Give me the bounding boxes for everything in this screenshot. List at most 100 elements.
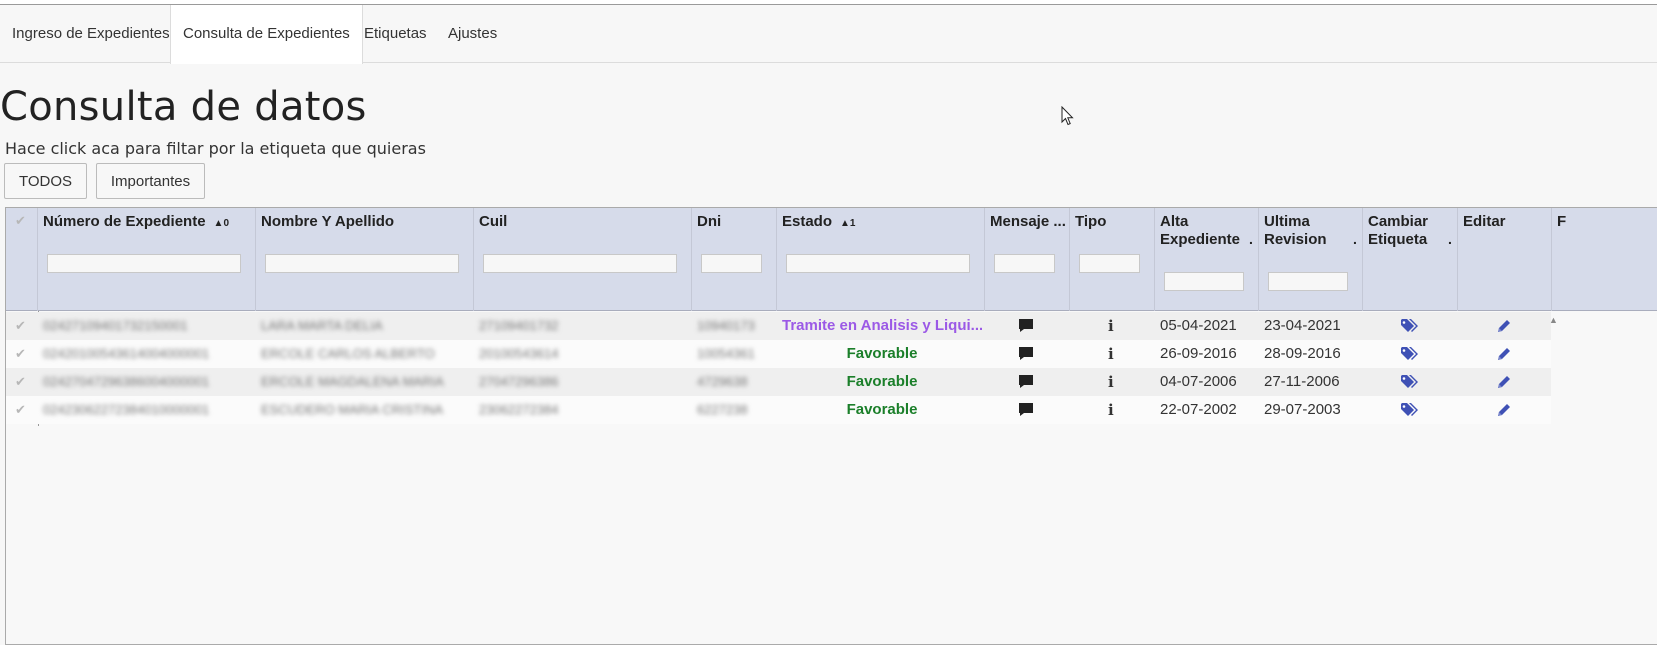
filter-hint-text: Hace click aca para filtar por la etique…	[5, 139, 426, 158]
cell-dni: 6227238	[697, 402, 748, 417]
cell-dni: 10054361	[697, 346, 755, 361]
filter-input-numero[interactable]	[47, 254, 241, 273]
pencil-icon[interactable]	[1496, 396, 1516, 424]
info-icon[interactable]: i	[1108, 368, 1120, 396]
header-numero-expediente[interactable]: Número de Expediente ▲0	[38, 208, 256, 311]
cell-ultima: 27-11-2006	[1264, 373, 1340, 390]
message-bubble-icon[interactable]	[1018, 340, 1038, 368]
tab-consulta-expedientes[interactable]: Consulta de Expedientes	[170, 5, 363, 64]
check-icon[interactable]: ✔	[15, 368, 26, 396]
message-bubble-icon[interactable]	[1018, 396, 1038, 424]
header-mensaje[interactable]: Mensaje ...	[985, 208, 1070, 311]
header-label-line1: Ultima	[1264, 213, 1310, 230]
header-alta-expediente[interactable]: Alta Expediente .	[1155, 208, 1259, 311]
header-tipo[interactable]: Tipo	[1070, 208, 1155, 311]
header-label: Tipo	[1075, 213, 1107, 230]
page-title: Consulta de datos	[0, 84, 367, 130]
cell-nombre: ERCOLE CARLOS ALBERTO	[261, 346, 435, 361]
check-icon[interactable]: ✔	[15, 340, 26, 368]
filter-input-nombre[interactable]	[265, 254, 459, 273]
cell-alta: 26-09-2016	[1160, 345, 1237, 362]
tags-icon[interactable]	[1401, 396, 1421, 424]
filter-input-cuil[interactable]	[483, 254, 677, 273]
cell-estado: Favorable	[846, 345, 918, 362]
table-row[interactable]: ✔ 02423062272384010000001 ESCUDERO MARIA…	[6, 396, 1551, 424]
header-cuil[interactable]: Cuil	[474, 208, 692, 311]
header-label-line2: Etiqueta	[1368, 231, 1428, 248]
cell-ultima: 29-07-2003	[1264, 401, 1341, 418]
header-label: Dni	[697, 213, 722, 230]
cell-numero: 02420100543614004000001	[43, 346, 210, 361]
cell-alta: 05-04-2021	[1160, 317, 1237, 334]
header-label: F	[1557, 213, 1567, 230]
tags-icon[interactable]	[1401, 340, 1421, 368]
header-label-line2: Revision	[1264, 231, 1327, 248]
filter-input-alta[interactable]	[1164, 272, 1244, 291]
cell-cuil: 27109401732	[479, 318, 559, 333]
cell-ultima: 28-09-2016	[1264, 345, 1341, 362]
cell-dni: 10940173	[697, 318, 755, 333]
cell-nombre: LARA MARTA DELIA	[261, 318, 383, 333]
cell-alta: 22-07-2002	[1160, 401, 1237, 418]
main-tabs: Ingreso de Expedientes Consulta de Exped…	[0, 5, 1657, 64]
tab-ajustes[interactable]: Ajustes	[436, 5, 509, 63]
pencil-icon[interactable]	[1496, 368, 1516, 396]
cell-estado: Tramite en Analisis y Liqui...	[782, 317, 982, 334]
header-label: Nombre Y Apellido	[261, 213, 395, 230]
column-menu-dot[interactable]: .	[1448, 231, 1452, 247]
message-bubble-icon[interactable]	[1018, 368, 1038, 396]
filter-todos-button[interactable]: TODOS	[4, 163, 87, 199]
cell-nombre: ESCUDERO MARIA CRISTINA	[261, 402, 444, 417]
tab-etiquetas[interactable]: Etiquetas	[352, 5, 439, 63]
header-label: Estado	[782, 213, 833, 230]
table-row[interactable]: ✔ 02420100543614004000001 ERCOLE CARLOS …	[6, 340, 1551, 368]
sort-asc-icon[interactable]: ▲	[214, 218, 224, 229]
header-cambiar-etiqueta[interactable]: Cambiar Etiqueta .	[1363, 208, 1458, 311]
cell-cuil: 23062272384	[479, 402, 559, 417]
sort-priority: 0	[223, 218, 230, 229]
header-label: Editar	[1463, 213, 1506, 230]
info-icon[interactable]: i	[1108, 340, 1120, 368]
column-menu-dot[interactable]: .	[1353, 231, 1357, 247]
header-editar[interactable]: Editar	[1458, 208, 1552, 311]
header-select-all[interactable]: ✔	[6, 208, 38, 311]
filter-importantes-button[interactable]: Importantes	[96, 163, 205, 199]
header-nombre-apellido[interactable]: Nombre Y Apellido	[256, 208, 474, 311]
filter-input-ultima[interactable]	[1268, 272, 1348, 291]
table-row[interactable]: ✔ 02427047296386004000001 ERCOLE MAGDALE…	[6, 368, 1551, 396]
scroll-up-arrow-icon[interactable]: ▲	[1549, 315, 1558, 325]
column-menu-dot[interactable]: .	[1249, 231, 1253, 247]
filter-input-mensaje[interactable]	[994, 254, 1055, 273]
cell-numero: 02423062272384010000001	[43, 402, 210, 417]
expedientes-grid: ✔ Número de Expediente ▲0 Nombre Y Apelli…	[5, 207, 1657, 645]
cell-numero: 02427109401732150001	[43, 318, 188, 333]
header-estado[interactable]: Estado ▲1	[777, 208, 985, 311]
info-icon[interactable]: i	[1108, 396, 1120, 424]
cell-cuil: 27047296386	[479, 374, 559, 389]
header-dni[interactable]: Dni	[692, 208, 777, 311]
header-label-line1: Alta	[1160, 213, 1189, 230]
table-row[interactable]: ✔ 02427109401732150001 LARA MARTA DELIA …	[6, 312, 1551, 340]
check-icon[interactable]: ✔	[15, 213, 26, 229]
cell-nombre: ERCOLE MAGDALENA MARIA	[261, 374, 444, 389]
header-extra-partial[interactable]: F	[1552, 208, 1657, 311]
cell-dni: 4729638	[697, 374, 748, 389]
sort-asc-icon[interactable]: ▲	[840, 218, 850, 229]
check-icon[interactable]: ✔	[15, 396, 26, 424]
filter-input-estado[interactable]	[786, 254, 970, 273]
filter-input-dni[interactable]	[701, 254, 762, 273]
tags-icon[interactable]	[1401, 368, 1421, 396]
pencil-icon[interactable]	[1496, 312, 1516, 340]
tab-ingreso-expedientes[interactable]: Ingreso de Expedientes	[0, 5, 182, 63]
cell-ultima: 23-04-2021	[1264, 317, 1341, 334]
header-label: Cuil	[479, 213, 508, 230]
filter-input-tipo[interactable]	[1079, 254, 1140, 273]
header-ultima-revision[interactable]: Ultima Revision .	[1259, 208, 1363, 311]
tags-icon[interactable]	[1401, 312, 1421, 340]
cell-numero: 02427047296386004000001	[43, 374, 210, 389]
check-icon[interactable]: ✔	[15, 312, 26, 340]
message-bubble-icon[interactable]	[1018, 312, 1038, 340]
cell-cuil: 20100543614	[479, 346, 559, 361]
info-icon[interactable]: i	[1108, 312, 1120, 340]
pencil-icon[interactable]	[1496, 340, 1516, 368]
